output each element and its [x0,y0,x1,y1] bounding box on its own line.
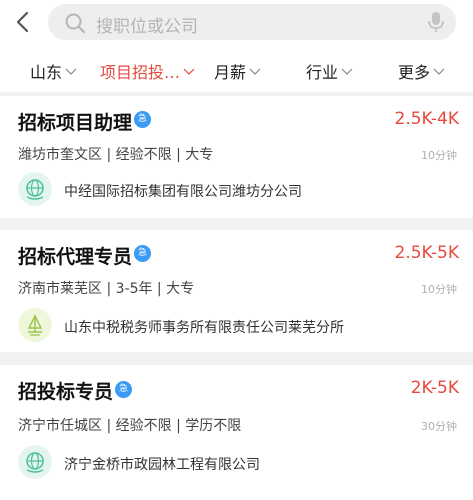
chevron-down-icon [65,68,77,75]
job-card[interactable]: 招投标专员 急 2K-5K 济宁市任城区 | 经验不限 | 学历不限 30分钟 … [0,365,473,500]
company-name: 济宁金桥市政园林工程有限公司 [64,457,260,473]
post-time: 10分钟 [421,283,457,296]
search-icon [65,13,86,34]
chevron-down-icon [341,68,353,75]
job-title: 招标项目助理 [18,112,133,134]
microphone-icon[interactable] [426,11,446,33]
filter-bar: 山东 项目招投… 月薪 行业 更多 [0,44,473,92]
job-meta: 济宁市任城区 | 经验不限 | 学历不限 [18,418,242,434]
back-arrow-icon[interactable] [10,9,36,35]
filter-region[interactable]: 山东 [30,59,77,83]
filter-label: 项目招投… [100,63,181,82]
filter-label: 行业 [306,63,339,82]
job-card[interactable]: 招标代理专员 急 2.5K-5K 济南市莱芜区 | 3-5年 | 大专 10分钟… [0,230,473,352]
job-title: 招投标专员 [18,381,114,403]
top-bar: 搜职位或公司 [0,0,473,44]
filter-label: 山东 [30,63,63,82]
job-card[interactable]: 招标项目助理 急 2.5K-4K 潍坊市奎文区 | 经验不限 | 大专 10分钟… [0,96,473,218]
post-time: 30分钟 [421,420,457,433]
company-name: 山东中税税务师事务所有限责任公司莱芜分所 [64,320,344,336]
job-salary: 2.5K-4K [394,109,460,129]
filter-more[interactable]: 更多 [398,59,445,83]
chevron-down-icon [183,68,195,75]
filter-category[interactable]: 项目招投… [100,59,195,83]
chevron-down-icon [249,68,261,75]
job-meta: 潍坊市奎文区 | 经验不限 | 大专 [18,147,214,163]
filter-label: 更多 [398,63,431,82]
filter-label: 月薪 [214,63,247,82]
company-name: 中经国际招标集团有限公司潍坊分公司 [64,184,302,200]
job-meta: 济南市莱芜区 | 3-5年 | 大专 [18,281,195,297]
scale-logo-icon [18,308,52,342]
job-title: 招标代理专员 [18,246,133,268]
filter-salary[interactable]: 月薪 [214,59,261,83]
urgent-badge: 急 [134,111,151,128]
search-bar[interactable]: 搜职位或公司 [48,4,456,40]
chevron-down-icon [433,68,445,75]
urgent-badge: 急 [134,245,151,262]
job-salary: 2K-5K [410,378,459,398]
urgent-badge: 急 [115,381,132,398]
job-salary: 2.5K-5K [394,243,460,263]
globe-logo-icon [18,445,52,479]
post-time: 10分钟 [421,149,457,162]
filter-industry[interactable]: 行业 [306,59,353,83]
search-input[interactable]: 搜职位或公司 [96,12,198,37]
globe-logo-icon [18,172,52,206]
